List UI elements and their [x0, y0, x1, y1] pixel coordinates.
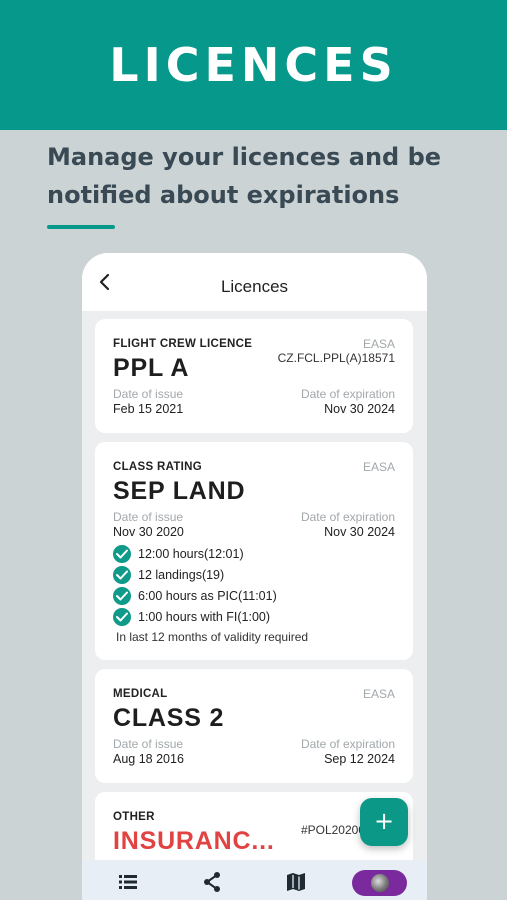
- tagline: Manage your licences and be notified abo…: [47, 143, 442, 209]
- requirement-text: 12 landings(19): [138, 568, 225, 582]
- licence-authority: EASA: [362, 687, 395, 701]
- issue-date-value: Feb 15 2021: [113, 402, 184, 416]
- page-title: Licences: [220, 277, 289, 296]
- expiration-date-value: Nov 30 2024: [324, 402, 395, 416]
- tagline-underline: [47, 225, 115, 229]
- requirements-note: In last 12 months of validity required: [116, 630, 309, 644]
- licence-type: FLIGHT CREW LICENCE: [113, 338, 253, 350]
- licence-type: OTHER: [113, 811, 155, 823]
- phone-screen: Licences FLIGHT CREW LICENCE EASA CZ.FCL…: [82, 253, 427, 900]
- avatar: [371, 874, 389, 892]
- profile-tab[interactable]: [352, 870, 407, 896]
- requirement-text: 6:00 hours as PIC(11:01): [138, 589, 277, 603]
- plus-icon: +: [373, 807, 395, 835]
- licence-authority: EASA: [362, 460, 395, 474]
- licence-name: INSURANC...: [113, 827, 275, 855]
- add-licence-button[interactable]: +: [360, 798, 408, 846]
- issue-date-label: Date of issue: [113, 387, 184, 401]
- check-circle-icon: [113, 587, 131, 605]
- banner-title: LICENCES: [109, 38, 398, 92]
- licence-name: CLASS 2: [113, 704, 225, 732]
- licence-card-class-rating[interactable]: CLASS RATING EASA SEP LAND Date of issue…: [95, 442, 413, 660]
- bottom-navigation: [82, 860, 427, 900]
- list-icon[interactable]: [116, 870, 140, 894]
- check-circle-icon: [113, 566, 131, 584]
- issue-date-value: Aug 18 2016: [113, 752, 184, 766]
- policy-number: #POL20200: [300, 823, 365, 837]
- issue-date-label: Date of issue: [113, 737, 184, 751]
- licence-number: CZ.FCL.PPL(A)18571: [277, 351, 395, 365]
- expiration-date-value: Nov 30 2024: [324, 525, 395, 539]
- requirement-text: 12:00 hours(12:01): [138, 547, 244, 561]
- licence-card-medical[interactable]: MEDICAL EASA CLASS 2 Date of issue Date …: [95, 669, 413, 783]
- expiration-date-label: Date of expiration: [300, 510, 395, 524]
- issue-date-value: Nov 30 2020: [113, 525, 184, 539]
- share-icon[interactable]: [200, 870, 224, 894]
- licence-authority: EASA: [362, 337, 395, 351]
- licence-type: MEDICAL: [113, 688, 168, 700]
- expiration-date-value: Sep 12 2024: [324, 752, 395, 766]
- licence-name: PPL A: [113, 354, 190, 382]
- licence-card-flight-crew[interactable]: FLIGHT CREW LICENCE EASA CZ.FCL.PPL(A)18…: [95, 319, 413, 433]
- requirement-text: 1:00 hours with FI(1:00): [138, 610, 271, 624]
- map-icon[interactable]: [284, 870, 308, 894]
- check-circle-icon: [113, 608, 131, 626]
- licence-name: SEP LAND: [113, 477, 246, 505]
- header-banner: LICENCES: [0, 0, 507, 130]
- licence-type: CLASS RATING: [113, 461, 202, 473]
- expiration-date-label: Date of expiration: [300, 737, 395, 751]
- app-bar: Licences: [82, 253, 427, 311]
- check-circle-icon: [113, 545, 131, 563]
- issue-date-label: Date of issue: [113, 510, 184, 524]
- expiration-date-label: Date of expiration: [300, 387, 395, 401]
